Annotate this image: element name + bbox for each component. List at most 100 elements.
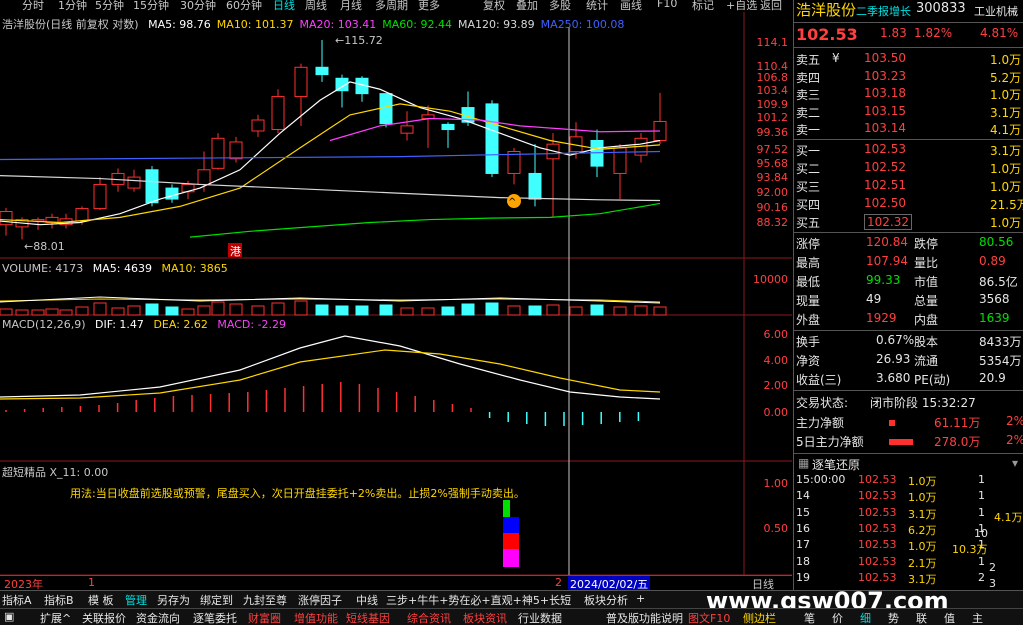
period-tab[interactable]: 30分钟 [180, 0, 216, 11]
price-tick: 109.9 [757, 98, 789, 111]
side-tab[interactable]: 联 [916, 610, 927, 625]
bid-volume: 1.0万 [990, 216, 1022, 230]
app-icon[interactable]: ▣ [4, 610, 14, 623]
volume-bar [441, 306, 455, 316]
indicator-button[interactable]: 模 板 [88, 592, 114, 608]
indicator-button[interactable]: 中线 [356, 592, 378, 608]
bid-volume: 1.0万 [990, 180, 1022, 194]
function-tab[interactable]: 扩展^ [40, 610, 71, 625]
toolbar-button[interactable]: 复权 [483, 0, 505, 11]
function-tab[interactable]: 板块资讯 [463, 610, 507, 625]
side-tab[interactable]: 细 [860, 610, 871, 625]
price-tick: 93.84 [757, 171, 789, 184]
side-tab[interactable]: 值 [944, 610, 955, 625]
ask-row: 卖五 ¥103.50 1.0万 [794, 50, 1023, 69]
price-tick: 90.16 [757, 201, 789, 214]
period-tab[interactable]: 周线 [305, 0, 327, 11]
function-toolbar: ▣ 扩展^ 关联报价 资金流向 逐笔委托 财富圈 增值功能 短线基因 综合资讯 板块资讯 行业数据 普… [0, 608, 1023, 625]
period-tab[interactable]: 分时 [22, 0, 44, 11]
function-tab[interactable]: 增值功能 [294, 610, 338, 625]
indicator-button[interactable]: 九封至尊 [243, 592, 287, 608]
indicator-button[interactable]: 指标B [44, 592, 74, 608]
indicator-button[interactable]: 另存为 [157, 592, 190, 608]
ask-volume: 1.0万 [990, 53, 1022, 67]
ask-label: 卖五 [796, 53, 821, 67]
quote-row: 最低 99.33 市值 86.5亿 [794, 272, 1023, 291]
period-tab[interactable]: 60分钟 [226, 0, 262, 11]
indicator-button[interactable]: 涨停因子 [298, 592, 342, 608]
function-tab[interactable]: 资金流向 [136, 610, 180, 625]
kline-chart[interactable]: 114.1110.4106.8103.4109.9101.299.3697.52… [0, 12, 792, 590]
amplitude: 4.81% [980, 26, 1019, 40]
function-tab[interactable]: 行业数据 [518, 610, 562, 625]
signal-block [503, 533, 519, 549]
bid-price: 102.32 [864, 214, 912, 230]
short-panel-header: 超短精品 X_11: 0.00 [2, 464, 108, 480]
price-change: 1.83 [880, 26, 907, 40]
toolbar-button[interactable]: 返回 [760, 0, 782, 11]
tick-time: 14 [796, 489, 810, 503]
side-tab[interactable]: 价 [832, 610, 843, 625]
toolbar-button[interactable]: +自选 [726, 0, 757, 11]
price-tick: 114.1 [757, 36, 789, 49]
tick-count: 1 [978, 473, 985, 486]
function-tab[interactable]: 侧边栏 [743, 610, 776, 625]
function-tab[interactable]: 图文F10 [688, 610, 730, 625]
volume-bar [59, 309, 73, 316]
candle-body [127, 176, 141, 189]
function-tab[interactable]: 普及版功能说明 [606, 610, 683, 625]
period-tab[interactable]: 5分钟 [95, 0, 124, 11]
indicator-button[interactable]: 三步+牛牛+势在必+直观+神5+长短 [386, 592, 571, 608]
toolbar-button[interactable]: F10 [657, 0, 677, 10]
side-tab[interactable]: 势 [888, 610, 899, 625]
side-tab[interactable]: 主 [972, 610, 983, 625]
volume-bar [294, 300, 308, 316]
quote-value: 26.93 [876, 352, 911, 366]
toolbar-button[interactable]: 标记 [692, 0, 714, 11]
indicator-button[interactable]: 指标A [2, 592, 32, 608]
candle-body [75, 208, 89, 222]
tick-price: 102.53 [858, 489, 897, 503]
period-tab[interactable]: 日线 [273, 0, 295, 11]
period-tab[interactable]: 1分钟 [58, 0, 87, 11]
toolbar-button[interactable]: 画线 [620, 0, 642, 11]
toolbar-button[interactable]: 叠加 [516, 0, 538, 11]
volume-bar [461, 303, 475, 316]
function-tab[interactable]: 短线基因 [346, 610, 390, 625]
volume-bar [111, 307, 125, 316]
indicator-button[interactable]: 管理 [125, 592, 147, 608]
toolbar-button[interactable]: 多股 [549, 0, 571, 11]
function-tab[interactable]: 关联报价 [82, 610, 126, 625]
quote-row: 涨停 120.84 跌停 80.56 [794, 234, 1023, 253]
quote-value: 107.94 [866, 254, 908, 268]
indicator-button[interactable]: + [636, 592, 645, 605]
function-tab[interactable]: 综合资讯 [407, 610, 451, 625]
period-tab[interactable]: 15分钟 [133, 0, 169, 11]
status-value: 闭市阶段 15:32:27 [870, 396, 976, 410]
flow-pct: 2% [1006, 414, 1023, 428]
volume-bar [507, 305, 521, 316]
period-tab[interactable]: 月线 [340, 0, 362, 11]
period-tab[interactable]: 多周期 [375, 0, 408, 11]
toolbar-button[interactable]: 统计 [586, 0, 608, 11]
function-tab[interactable]: 财富圈 [248, 610, 281, 625]
divider [794, 47, 1023, 48]
divider [794, 330, 1023, 331]
quote-label: 内盘 [914, 313, 939, 327]
tick-volume: 1.0万 [908, 475, 937, 488]
side-tab[interactable]: 笔 [804, 610, 815, 625]
price-tick: 106.8 [757, 71, 789, 84]
short-title: 超短精品 X_11: 0.00 [2, 466, 109, 479]
date-right-num: 2 [555, 576, 562, 589]
volume-bar [634, 305, 648, 316]
indicator-button[interactable]: 板块分析 [584, 592, 628, 608]
period-tab[interactable]: 更多 [418, 0, 440, 11]
price-tick: 92.00 [757, 186, 789, 199]
function-tab[interactable]: 逐笔委托 [193, 610, 237, 625]
volume-ma5-line [0, 296, 661, 304]
bid-price: 102.51 [864, 178, 906, 192]
indicator-button[interactable]: 绑定到 [200, 592, 233, 608]
divider [794, 390, 1023, 391]
stock-header: 浩洋股份 二季报增长 300833 工业机械 [794, 0, 1023, 19]
candle-body [229, 141, 243, 160]
